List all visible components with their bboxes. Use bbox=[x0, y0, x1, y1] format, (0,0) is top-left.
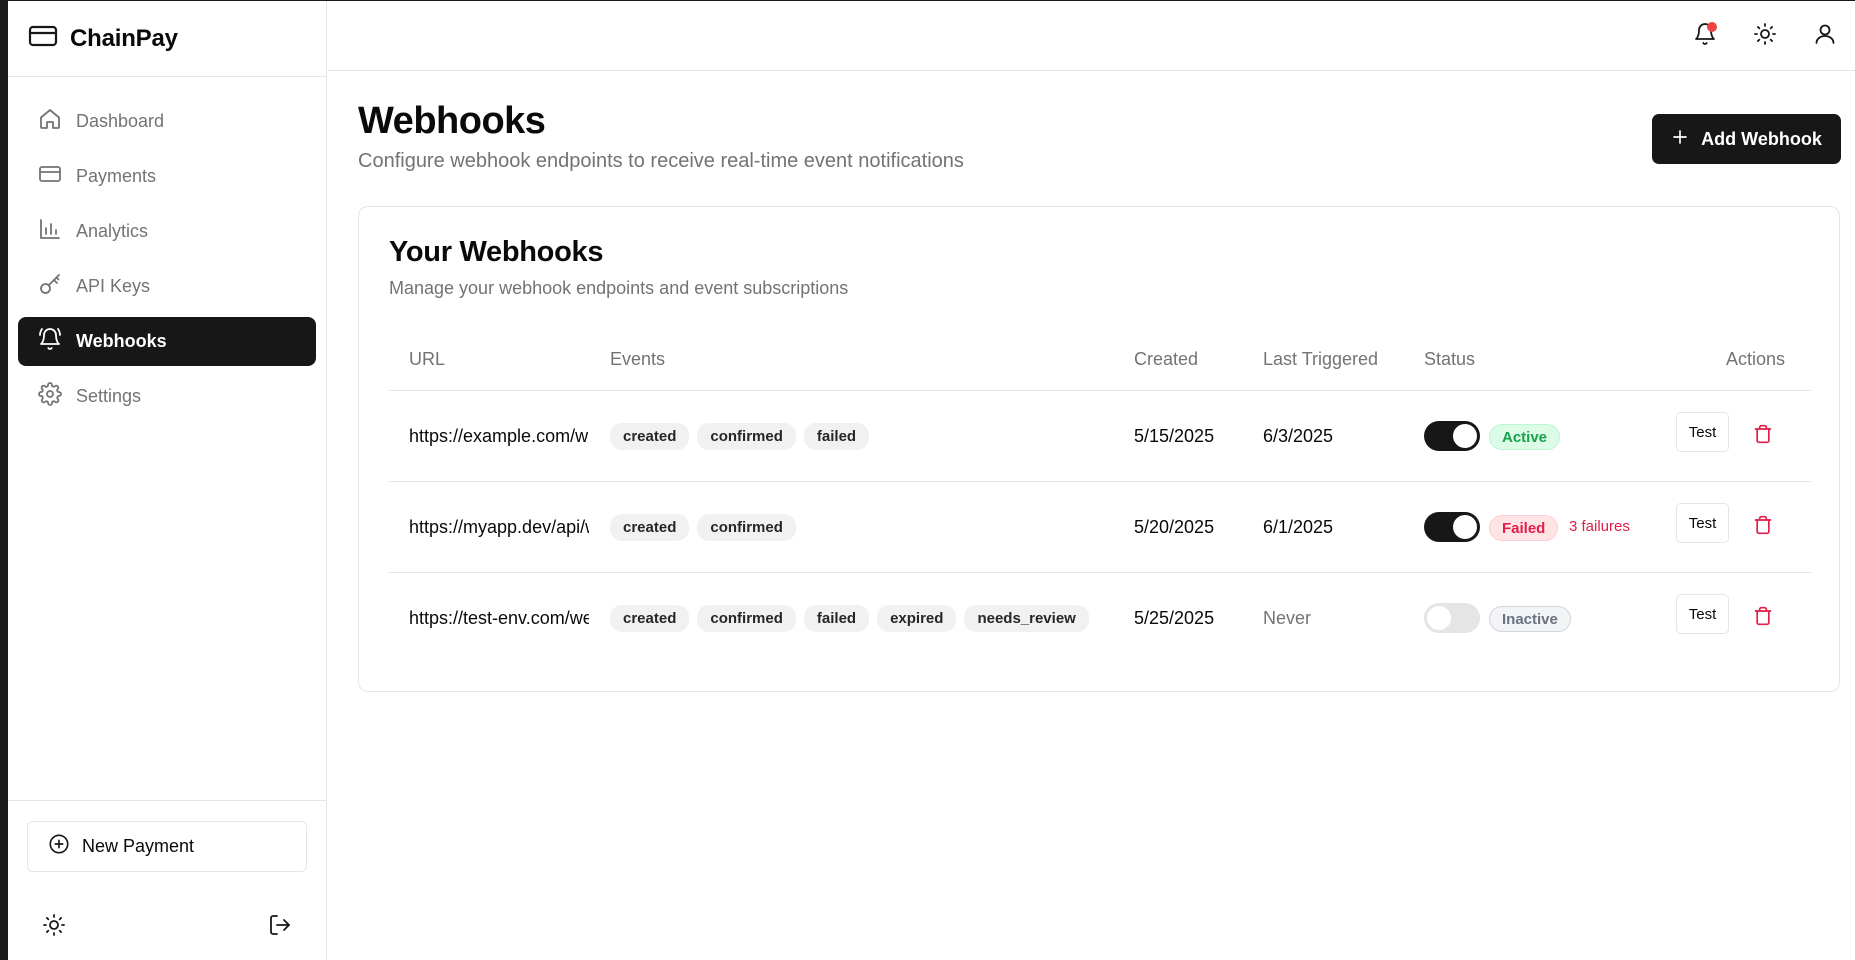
column-header-events: Events bbox=[610, 349, 666, 369]
toggle-knob bbox=[1453, 424, 1477, 448]
enabled-toggle[interactable] bbox=[1424, 421, 1480, 451]
card-subtitle: Manage your webhook endpoints and event … bbox=[389, 278, 849, 298]
test-button[interactable]: Test bbox=[1676, 412, 1729, 452]
sidebar-footer: New Payment bbox=[8, 800, 326, 960]
sidebar-item-label: Payments bbox=[76, 166, 157, 186]
events-cell: created confirmed failed expired needs_r… bbox=[610, 573, 1089, 663]
window-edge bbox=[0, 0, 8, 960]
last-triggered-date: Never bbox=[1263, 607, 1312, 628]
table-row: https://test-env.com/webhook created con… bbox=[359, 573, 1839, 663]
bar-chart-icon bbox=[38, 217, 62, 246]
webhook-url: https://test-env.com/webhook bbox=[409, 607, 589, 628]
webhook-url: https://myapp.dev/api/webhook bbox=[409, 516, 589, 537]
trash-icon bbox=[1753, 605, 1773, 632]
event-pill: created bbox=[610, 422, 690, 450]
webhooks-card: Your Webhooks Manage your webhook endpoi… bbox=[358, 206, 1840, 692]
brand[interactable]: ChainPay bbox=[8, 1, 326, 77]
sun-icon bbox=[42, 913, 66, 942]
new-payment-button[interactable]: New Payment bbox=[27, 821, 307, 872]
enabled-toggle[interactable] bbox=[1424, 512, 1480, 542]
home-icon bbox=[38, 107, 62, 136]
key-icon bbox=[38, 272, 62, 301]
table-row: https://myapp.dev/api/webhook created co… bbox=[359, 482, 1839, 572]
user-icon bbox=[1813, 22, 1837, 51]
delete-button[interactable] bbox=[1751, 423, 1775, 449]
toggle-knob bbox=[1427, 606, 1451, 630]
logout-button[interactable] bbox=[266, 913, 294, 941]
events-cell: created confirmed failed bbox=[610, 391, 870, 481]
sidebar-item-label: Webhooks bbox=[76, 331, 167, 351]
event-pill: confirmed bbox=[697, 422, 796, 450]
sidebar-item-label: API Keys bbox=[76, 276, 151, 296]
logout-icon bbox=[268, 913, 292, 942]
gear-icon bbox=[38, 382, 62, 411]
created-date: 5/15/2025 bbox=[1134, 425, 1215, 446]
sidebar-item-label: Settings bbox=[76, 386, 142, 406]
credit-card-icon bbox=[38, 162, 62, 191]
user-menu-button[interactable] bbox=[1810, 21, 1840, 51]
notification-dot bbox=[1707, 22, 1717, 32]
page-title: Webhooks bbox=[358, 100, 546, 142]
last-triggered-date: 6/3/2025 bbox=[1263, 425, 1334, 446]
toggle-knob bbox=[1453, 515, 1477, 539]
enabled-toggle[interactable] bbox=[1424, 603, 1480, 633]
top-header bbox=[328, 1, 1855, 71]
webhook-url: https://example.com/webhook bbox=[409, 425, 589, 446]
table-row: https://example.com/webhook created conf… bbox=[359, 391, 1839, 481]
column-header-created: Created bbox=[1134, 349, 1199, 369]
sidebar-nav: Dashboard Payments Analytics API Keys We… bbox=[8, 77, 326, 421]
notifications-button[interactable] bbox=[1690, 21, 1720, 51]
brand-name: ChainPay bbox=[70, 24, 178, 52]
trash-icon bbox=[1753, 514, 1773, 541]
delete-button[interactable] bbox=[1751, 605, 1775, 631]
sidebar-item-dashboard[interactable]: Dashboard bbox=[18, 97, 316, 146]
sidebar-item-payments[interactable]: Payments bbox=[18, 152, 316, 201]
column-header-status: Status bbox=[1424, 349, 1476, 369]
plus-icon bbox=[1671, 128, 1689, 151]
credit-card-icon bbox=[28, 24, 58, 53]
last-triggered-date: 6/1/2025 bbox=[1263, 516, 1334, 537]
add-webhook-label: Add Webhook bbox=[1701, 128, 1822, 149]
event-pill: failed bbox=[803, 422, 870, 450]
add-webhook-button[interactable]: Add Webhook bbox=[1652, 114, 1841, 164]
events-cell: created confirmed bbox=[610, 482, 796, 572]
sidebar-item-settings[interactable]: Settings bbox=[18, 372, 316, 421]
new-payment-label: New Payment bbox=[82, 836, 195, 856]
created-date: 5/25/2025 bbox=[1134, 607, 1215, 628]
event-pill: needs_review bbox=[964, 604, 1089, 632]
event-pill: created bbox=[610, 604, 690, 632]
sidebar: ChainPay Dashboard Payments Analytics AP… bbox=[8, 1, 327, 960]
sidebar-item-api-keys[interactable]: API Keys bbox=[18, 262, 316, 311]
status-badge: Inactive bbox=[1489, 606, 1571, 632]
failure-count: 3 failures bbox=[1569, 518, 1630, 535]
event-pill: confirmed bbox=[697, 513, 796, 541]
status-badge: Active bbox=[1489, 424, 1561, 450]
theme-toggle-button[interactable] bbox=[40, 913, 68, 941]
created-date: 5/20/2025 bbox=[1134, 516, 1215, 537]
status-badge: Failed bbox=[1489, 515, 1559, 541]
column-header-actions: Actions bbox=[1726, 349, 1786, 369]
plus-circle-icon bbox=[48, 833, 70, 860]
event-pill: failed bbox=[803, 604, 870, 632]
test-button[interactable]: Test bbox=[1676, 594, 1729, 634]
theme-toggle-button[interactable] bbox=[1750, 21, 1780, 51]
test-button[interactable]: Test bbox=[1676, 503, 1729, 543]
column-header-last-triggered: Last Triggered bbox=[1263, 349, 1379, 369]
column-header-url: URL bbox=[409, 349, 446, 369]
sidebar-item-label: Analytics bbox=[76, 221, 149, 241]
bell-ring-icon bbox=[38, 327, 62, 356]
event-pill: confirmed bbox=[697, 604, 796, 632]
sidebar-item-webhooks[interactable]: Webhooks bbox=[18, 317, 316, 366]
event-pill: created bbox=[610, 513, 690, 541]
page-subtitle: Configure webhook endpoints to receive r… bbox=[358, 150, 964, 172]
event-pill: expired bbox=[877, 604, 957, 632]
sun-icon bbox=[1753, 22, 1777, 51]
card-title: Your Webhooks bbox=[389, 236, 604, 268]
sidebar-item-analytics[interactable]: Analytics bbox=[18, 207, 316, 256]
sidebar-item-label: Dashboard bbox=[76, 111, 165, 131]
delete-button[interactable] bbox=[1751, 514, 1775, 540]
trash-icon bbox=[1753, 423, 1773, 450]
